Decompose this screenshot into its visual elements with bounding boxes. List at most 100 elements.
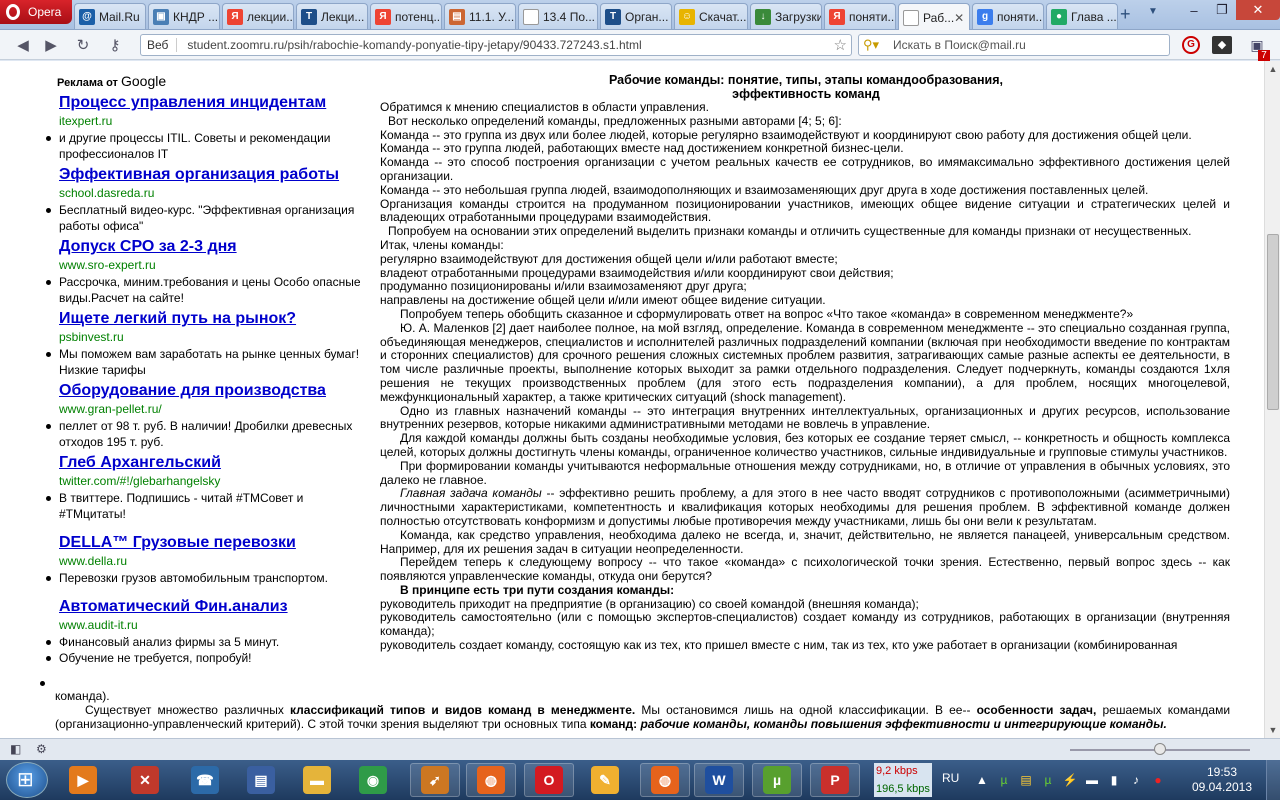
ad-title-link[interactable]: Процесс управления инцидентам bbox=[59, 93, 364, 112]
net-down-speed: 9,2 kbps bbox=[876, 765, 918, 777]
ad-url-link[interactable]: www.sro-expert.ru bbox=[59, 256, 364, 274]
tab[interactable]: Раб... ✕ bbox=[898, 3, 970, 31]
ad-title-link[interactable]: Допуск СРО за 2-3 дня bbox=[59, 237, 364, 256]
tab-label: Mail.Ru bbox=[99, 9, 140, 24]
taskbar-app[interactable]: ✕ bbox=[120, 763, 170, 797]
taskbar-app[interactable]: ▶ bbox=[58, 763, 108, 797]
back-icon[interactable]: ◀ bbox=[14, 36, 32, 54]
taskbar-app[interactable]: ➹ bbox=[410, 763, 460, 797]
opera-menu-button[interactable]: Opera bbox=[0, 0, 72, 24]
search-field[interactable]: ⚲▾ Искать в Поиск@mail.ru bbox=[858, 34, 1170, 56]
taskbar-app[interactable]: W bbox=[694, 763, 744, 797]
new-tab-icon[interactable]: + bbox=[1120, 4, 1131, 25]
zoom-slider-thumb[interactable] bbox=[1154, 743, 1166, 755]
tab-list-icon[interactable]: ▼ bbox=[1148, 6, 1158, 17]
taskbar-app[interactable]: P bbox=[810, 763, 860, 797]
bookmark-star-icon[interactable]: ☆ bbox=[834, 36, 847, 54]
taskbar-app[interactable]: ◉ bbox=[348, 763, 398, 797]
taskbar-app[interactable]: ◍ bbox=[466, 763, 516, 797]
language-indicator[interactable]: RU bbox=[942, 771, 959, 785]
show-desktop-button[interactable] bbox=[1266, 760, 1280, 800]
page-icon bbox=[903, 9, 919, 26]
clock[interactable]: 19:53 09.04.2013 bbox=[1188, 765, 1256, 795]
tab-label: поняти... bbox=[997, 9, 1044, 24]
utorrent-tray-icon[interactable]: µ bbox=[996, 772, 1012, 788]
tab[interactable]: T Лекци... bbox=[296, 3, 368, 29]
ad-title-link[interactable]: Оборудование для производства bbox=[59, 381, 364, 400]
scroll-up-icon[interactable]: ▲ bbox=[1265, 61, 1280, 77]
tab[interactable]: ☺ Скачат... bbox=[674, 3, 748, 29]
minimize-icon[interactable]: ‒ bbox=[1180, 0, 1208, 20]
pencil-app-icon: ✎ bbox=[591, 766, 619, 794]
ad-title-link[interactable]: Эффективная организация работы bbox=[59, 165, 364, 184]
ad-url-link[interactable]: school.dasreda.ru bbox=[59, 184, 364, 202]
ad-url-link[interactable]: psbinvest.ru bbox=[59, 328, 364, 346]
key-icon[interactable]: ⚷ bbox=[106, 36, 124, 54]
address-url[interactable]: student.zoomru.ru/psih/rabochie-komandy-… bbox=[187, 38, 641, 52]
ad-title-link[interactable]: Ищете легкий путь на рынок? bbox=[59, 309, 364, 328]
search-placeholder[interactable]: Искать в Поиск@mail.ru bbox=[893, 38, 1026, 52]
ad-url-link[interactable]: itexpert.ru bbox=[59, 112, 364, 130]
mail-notify-icon[interactable]: ▣ 7 bbox=[1244, 34, 1270, 62]
firefox-icon: ◍ bbox=[477, 766, 505, 794]
tray-expand-icon[interactable]: ▲ bbox=[974, 772, 990, 788]
forward-icon[interactable]: ▶ bbox=[42, 36, 60, 54]
tab[interactable]: @ Mail.Ru bbox=[74, 3, 146, 29]
taskbar-app[interactable]: ▬ bbox=[292, 763, 342, 797]
power-tray-icon[interactable]: ▬ bbox=[1084, 772, 1100, 788]
ad-url-link[interactable]: www.della.ru bbox=[59, 552, 364, 570]
tab[interactable]: 13.4 По... bbox=[518, 3, 598, 29]
t-icon: T bbox=[301, 8, 317, 25]
signal-tray-icon[interactable]: ▮ bbox=[1106, 772, 1122, 788]
tab-strip: Opera @ Mail.Ru ▣ КНДР ... Ялекции... T Лекци.… bbox=[0, 0, 1280, 31]
tab-label: 11.1. У... bbox=[469, 9, 515, 24]
tab[interactable]: g поняти... bbox=[972, 3, 1044, 29]
translate-icon[interactable]: G bbox=[1182, 36, 1200, 54]
close-window-icon[interactable]: ✕ bbox=[1236, 0, 1280, 20]
tab-label: поняти... bbox=[849, 9, 896, 24]
scroll-thumb[interactable] bbox=[1267, 234, 1279, 410]
tab[interactable]: Японяти... bbox=[824, 3, 896, 29]
ad-title-link[interactable]: DELLA™ Грузовые перевозки bbox=[59, 533, 364, 552]
ad-url-link[interactable]: www.audit-it.ru bbox=[59, 616, 364, 634]
tab[interactable]: Ялекции... bbox=[222, 3, 294, 29]
panel-toggle-icon[interactable]: ◧ bbox=[10, 742, 26, 756]
ad-url-link[interactable]: twitter.com/#!/glebarhangelsky bbox=[59, 472, 364, 490]
extension-icon[interactable]: ◆ bbox=[1212, 36, 1232, 54]
vertical-scrollbar[interactable]: ▲ ▼ bbox=[1264, 61, 1280, 738]
taskbar-app[interactable]: ◍ bbox=[640, 763, 690, 797]
tab[interactable]: Япотенц... bbox=[370, 3, 442, 29]
start-button[interactable] bbox=[6, 762, 48, 798]
ad-title-link[interactable]: Глеб Архангельский bbox=[59, 453, 364, 472]
taskbar-app[interactable]: O bbox=[524, 763, 574, 797]
taskbar-app[interactable]: ☎ bbox=[180, 763, 230, 797]
volume-tray-icon[interactable]: ♪ bbox=[1128, 772, 1144, 788]
scroll-down-icon[interactable]: ▼ bbox=[1265, 722, 1280, 738]
address-prefix[interactable]: Веб bbox=[147, 38, 178, 52]
tab[interactable]: ▣ КНДР ... bbox=[148, 3, 220, 29]
utorrent-tray-icon-2[interactable]: µ bbox=[1040, 772, 1056, 788]
ad-title-link[interactable]: Автоматический Фин.анализ bbox=[59, 597, 364, 616]
address-bar[interactable]: Веб student.zoomru.ru/psih/rabochie-koma… bbox=[140, 34, 852, 56]
taskbar-app[interactable]: µ bbox=[752, 763, 802, 797]
network-tray-icon[interactable]: ▤ bbox=[1018, 772, 1034, 788]
ad-url-link[interactable]: www.gran-pellet.ru/ bbox=[59, 400, 364, 418]
tab-label: Раб... bbox=[923, 10, 955, 25]
article-title: Рабочие команды: понятие, типы, этапы ко… bbox=[380, 73, 1230, 101]
tab[interactable]: T Орган... bbox=[600, 3, 672, 29]
maximize-icon[interactable]: ❐ bbox=[1208, 0, 1236, 20]
tab[interactable]: ● Глава ... bbox=[1046, 3, 1118, 29]
clock-date: 09.04.2013 bbox=[1191, 780, 1253, 794]
alert-tray-icon[interactable]: ● bbox=[1150, 772, 1166, 788]
article-paragraph: Попробуем теперь обобщить сказанное и сф… bbox=[400, 306, 1134, 321]
taskbar-app[interactable]: ▤ bbox=[236, 763, 286, 797]
taskbar-app[interactable]: ✎ bbox=[580, 763, 630, 797]
search-engine-icon[interactable]: ⚲▾ bbox=[863, 37, 879, 53]
reload-icon[interactable]: ↻ bbox=[74, 36, 92, 54]
speed-dial-icon[interactable]: ⚙ bbox=[36, 742, 52, 756]
tab-close-icon[interactable]: ✕ bbox=[954, 11, 964, 25]
flash-tray-icon[interactable]: ⚡ bbox=[1062, 772, 1078, 788]
tab[interactable]: ▤ 11.1. У... bbox=[444, 3, 516, 29]
tab[interactable]: ↓ Загрузки bbox=[750, 3, 822, 29]
tab-label: Загрузки bbox=[775, 9, 822, 24]
